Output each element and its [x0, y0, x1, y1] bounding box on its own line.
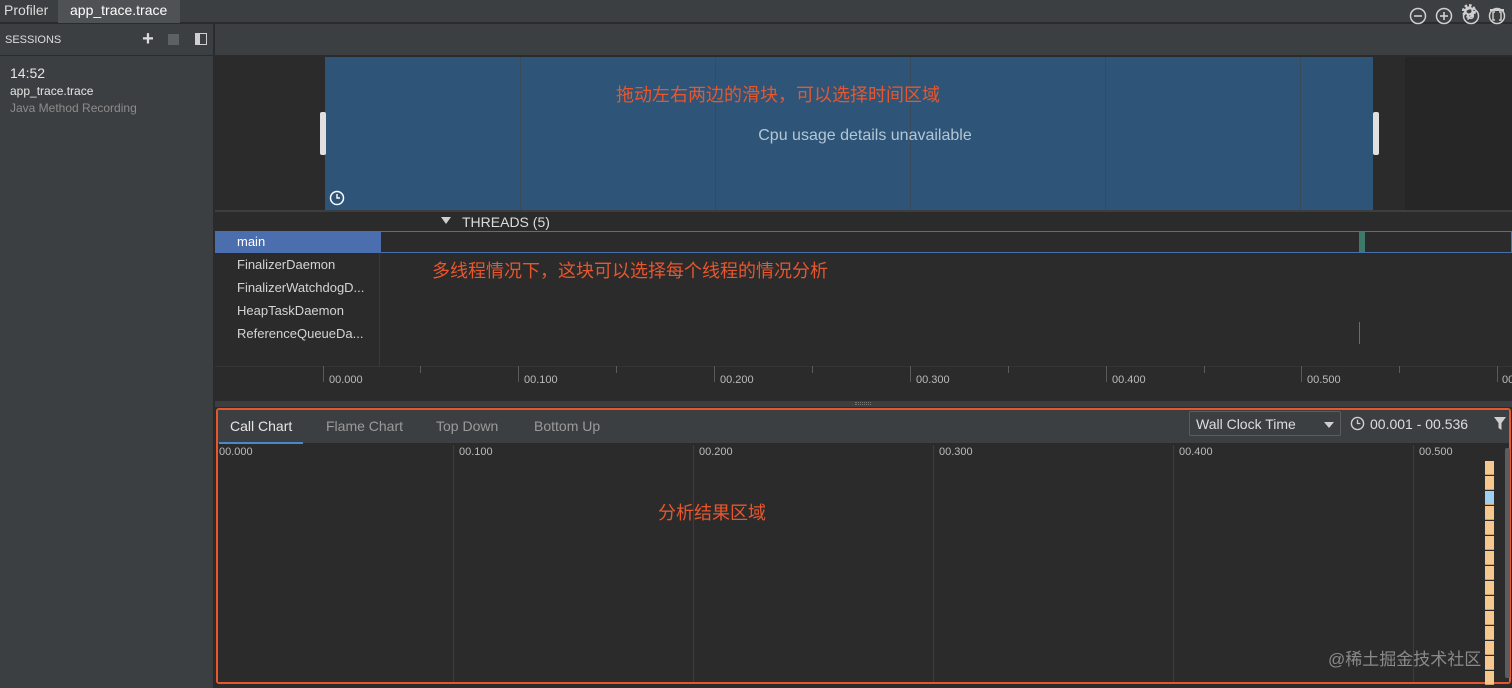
- cpu-unavailable-message: Cpu usage details unavailable: [758, 127, 972, 144]
- axis-major-tick: [518, 366, 519, 382]
- axis-minor-tick: [420, 366, 421, 373]
- top-bar: [0, 0, 1512, 23]
- tab-profiler[interactable]: Profiler: [0, 0, 52, 23]
- chart-grid-line: [453, 445, 454, 682]
- call-chart-bar[interactable]: [1485, 476, 1494, 490]
- axis-minor-tick: [812, 366, 813, 373]
- call-chart-bar[interactable]: [1485, 536, 1494, 550]
- chevron-down-icon: [1324, 422, 1334, 428]
- selection-range-label: 00.001 - 00.536: [1370, 416, 1469, 432]
- call-chart-bar[interactable]: [1485, 641, 1494, 655]
- axis-minor-tick: [1008, 366, 1009, 373]
- annotation-select-thread: 多线程情况下，这块可以选择每个线程的情况分析: [432, 261, 828, 281]
- thread-item-reference-queue[interactable]: ReferenceQueueDa...: [215, 323, 380, 345]
- annotation-drag-sliders: 拖动左右两边的滑块，可以选择时间区域: [616, 85, 940, 105]
- tab-flame-chart[interactable]: Flame Chart: [315, 410, 414, 444]
- thread-activity-mark: [1359, 232, 1365, 252]
- axis-label: 00.000: [329, 374, 363, 386]
- axis-label: 00.100: [524, 374, 558, 386]
- call-chart-bar[interactable]: [1485, 506, 1494, 520]
- sessions-title: SESSIONS: [5, 34, 62, 46]
- call-chart-bar[interactable]: [1485, 551, 1494, 565]
- call-chart-bar[interactable]: [1485, 656, 1494, 670]
- stop-session-icon[interactable]: [168, 34, 179, 45]
- collapse-triangle-icon[interactable]: [441, 217, 451, 224]
- thread-item-finalizer-watchdog[interactable]: FinalizerWatchdogD...: [215, 277, 380, 299]
- axis-minor-tick: [1204, 366, 1205, 373]
- timeline-toolbar: [215, 24, 1512, 56]
- session-time: 14:52: [10, 65, 46, 81]
- vertical-scrollbar[interactable]: [1505, 448, 1510, 678]
- filter-icon[interactable]: [1493, 416, 1507, 431]
- annotation-result-area: 分析结果区域: [658, 503, 766, 523]
- chart-axis-label: 00.400: [1179, 446, 1213, 458]
- call-chart-bar[interactable]: [1485, 581, 1494, 595]
- cpu-unselected-range[interactable]: [1405, 57, 1512, 210]
- thread-item-main[interactable]: main: [215, 231, 380, 253]
- reset-zoom-icon[interactable]: [1462, 7, 1480, 25]
- threads-title: THREADS (5): [462, 214, 550, 230]
- tab-call-chart[interactable]: Call Chart: [219, 410, 304, 444]
- axis-major-tick: [1106, 366, 1107, 382]
- axis-major-tick: [910, 366, 911, 382]
- session-name: app_trace.trace: [10, 84, 94, 98]
- call-chart-bar[interactable]: [1485, 521, 1494, 535]
- call-chart-bar[interactable]: [1485, 566, 1494, 580]
- chart-axis-label: 00.500: [1419, 446, 1453, 458]
- axis-major-tick: [714, 366, 715, 382]
- session-type: Java Method Recording: [10, 101, 137, 115]
- zoom-out-icon[interactable]: [1409, 7, 1427, 25]
- chart-axis-label: 00.200: [699, 446, 733, 458]
- call-chart-bar[interactable]: [1485, 626, 1494, 640]
- collapse-panel-icon[interactable]: [195, 33, 207, 45]
- thread-activity-mark: [1359, 322, 1360, 344]
- zoom-in-icon[interactable]: [1435, 7, 1453, 25]
- watermark: @稀土掘金技术社区: [1328, 650, 1482, 669]
- chart-grid-line: [693, 445, 694, 682]
- tab-app-trace[interactable]: app_trace.trace: [58, 0, 180, 23]
- axis-major-tick: [323, 366, 324, 382]
- call-chart-bar[interactable]: [1485, 491, 1494, 505]
- sessions-header: SESSIONS +: [0, 24, 214, 56]
- chart-axis-label: 00.100: [459, 446, 493, 458]
- tab-top-down[interactable]: Top Down: [425, 410, 509, 444]
- call-chart-area[interactable]: [218, 445, 1509, 682]
- axis-major-tick: [1301, 366, 1302, 382]
- clock-type-value: Wall Clock Time: [1196, 416, 1296, 432]
- axis-label: 00.500: [1307, 374, 1341, 386]
- chart-grid-line: [933, 445, 934, 682]
- chart-axis-label: 00.000: [219, 446, 253, 458]
- clock-type-dropdown[interactable]: Wall Clock Time: [1189, 411, 1341, 436]
- threads-header[interactable]: THREADS (5): [215, 212, 1512, 231]
- chart-grid-line: [1173, 445, 1174, 682]
- thread-item-finalizer-daemon[interactable]: FinalizerDaemon: [215, 254, 380, 276]
- call-chart-bar[interactable]: [1485, 671, 1494, 685]
- session-item[interactable]: 14:52 app_trace.trace Java Method Record…: [0, 57, 213, 123]
- add-session-icon[interactable]: +: [140, 29, 156, 49]
- axis-minor-tick: [1399, 366, 1400, 373]
- call-chart-bar[interactable]: [1485, 611, 1494, 625]
- axis-minor-tick: [616, 366, 617, 373]
- clock-icon: [329, 190, 345, 206]
- thread-track-main[interactable]: [380, 231, 1512, 253]
- attach-live-icon[interactable]: [1488, 7, 1506, 25]
- call-chart-bar[interactable]: [1485, 461, 1494, 475]
- axis-label: 00.200: [720, 374, 754, 386]
- tab-bottom-up[interactable]: Bottom Up: [523, 410, 611, 444]
- thread-item-heap-task-daemon[interactable]: HeapTaskDaemon: [215, 300, 380, 322]
- call-chart-bar[interactable]: [1485, 596, 1494, 610]
- axis-label: 00.400: [1112, 374, 1146, 386]
- splitter-grip-icon[interactable]: [855, 402, 871, 405]
- clock-icon: [1350, 416, 1365, 431]
- axis-label: 00: [1502, 374, 1512, 386]
- sessions-panel: SESSIONS + 14:52 app_trace.trace Java Me…: [0, 24, 214, 688]
- axis-label: 00.300: [916, 374, 950, 386]
- chart-axis-label: 00.300: [939, 446, 973, 458]
- axis-major-tick: [1497, 366, 1498, 382]
